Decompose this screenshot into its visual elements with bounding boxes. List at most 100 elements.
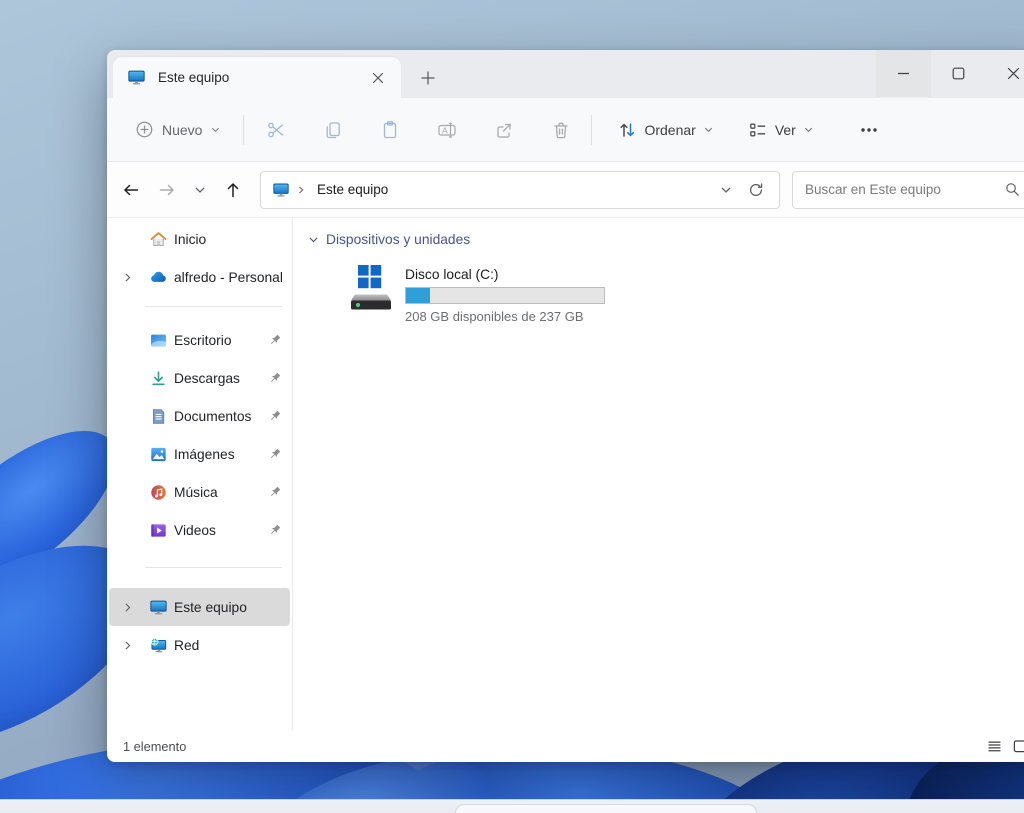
pin-icon (268, 447, 282, 461)
tab-este-equipo[interactable]: Este equipo (113, 57, 401, 98)
scissors-icon (268, 122, 284, 137)
downloads-icon (150, 370, 167, 387)
pin-icon (268, 333, 282, 347)
sort-button-label: Ordenar (644, 121, 696, 138)
details-view-button[interactable] (983, 735, 1005, 757)
plus-circle-icon (135, 120, 154, 139)
share-button[interactable] (475, 110, 532, 150)
this-pc-icon (150, 599, 167, 616)
chevron-down-icon (309, 236, 318, 242)
cut-button[interactable] (247, 110, 304, 150)
search-box (792, 170, 1024, 209)
search-icon (1006, 183, 1019, 196)
pin-icon (268, 409, 282, 423)
chevron-down-icon (195, 187, 205, 193)
command-toolbar: Nuevo A Ordenar Ver (107, 98, 1024, 162)
section-header-label: Dispositivos y unidades (326, 231, 471, 247)
new-button[interactable]: Nuevo (125, 112, 231, 147)
content-pane: Dispositivos y unidades Disco local (C:)… (293, 218, 1024, 730)
taskbar[interactable] (0, 799, 1024, 813)
onedrive-icon (150, 269, 167, 286)
minimize-button[interactable] (876, 50, 931, 97)
drive-c-tile[interactable]: Disco local (C:) 208 GB disponibles de 2… (345, 264, 665, 324)
navigation-pane: Inicio alfredo - Personal Escritorio Des… (107, 218, 292, 730)
maximize-button[interactable] (931, 50, 986, 97)
clipboard-actions: A (247, 110, 589, 150)
sort-icon (620, 122, 635, 137)
sidebar-divider (145, 306, 282, 307)
delete-button[interactable] (532, 110, 589, 150)
new-button-label: Nuevo (162, 121, 203, 138)
trash-icon (554, 122, 568, 138)
chevron-right-icon[interactable] (120, 270, 134, 284)
view-icon (749, 123, 766, 136)
see-more-button[interactable] (849, 112, 889, 148)
breadcrumb-item[interactable]: Este equipo (313, 179, 392, 200)
address-dropdown-button[interactable] (711, 175, 741, 205)
item-count: 1 elemento (123, 738, 187, 754)
pictures-icon (150, 446, 167, 463)
window-controls (876, 50, 1024, 97)
close-button[interactable] (986, 50, 1024, 97)
address-bar[interactable]: Este equipo (260, 170, 780, 209)
sidebar-item-imagenes[interactable]: Imágenes (109, 435, 290, 473)
pin-icon (268, 485, 282, 499)
section-devices-and-drives[interactable]: Dispositivos y unidades (307, 228, 1024, 250)
view-button[interactable]: Ver (739, 112, 823, 148)
drive-info: Disco local (C:) 208 GB disponibles de 2… (405, 264, 605, 324)
up-arrow-icon (227, 182, 239, 197)
sidebar-item-onedrive[interactable]: alfredo - Personal (109, 258, 290, 296)
sidebar-item-este-equipo[interactable]: Este equipo (109, 588, 290, 626)
sidebar-item-inicio[interactable]: Inicio (109, 220, 290, 258)
sidebar-item-label: Documentos (174, 408, 252, 424)
search-input[interactable] (795, 182, 1004, 197)
sidebar-item-red[interactable]: Red (109, 626, 290, 664)
view-switcher (983, 735, 1024, 757)
window-body: Inicio alfredo - Personal Escritorio Des… (107, 218, 1024, 730)
new-tab-button[interactable] (413, 64, 443, 92)
details-view-icon (988, 740, 1000, 751)
status-bar: 1 elemento (107, 730, 1024, 762)
copy-button[interactable] (304, 110, 361, 150)
sidebar-item-musica[interactable]: Música (109, 473, 290, 511)
clipboard-icon (383, 120, 397, 138)
sidebar-item-label: Este equipo (174, 599, 247, 615)
thumbnails-view-icon (1013, 739, 1024, 752)
svg-text:A: A (442, 125, 448, 135)
sort-button[interactable]: Ordenar (608, 112, 722, 148)
toolbar-separator (591, 114, 593, 145)
file-explorer-window: Este equipo Nuevo A Ordenar Ver Este equ… (107, 50, 1024, 762)
local-disk-icon (345, 264, 393, 312)
chevron-right-icon[interactable] (120, 638, 134, 652)
chevron-down-icon (704, 127, 712, 133)
drive-capacity-text: 208 GB disponibles de 237 GB (405, 309, 584, 324)
sidebar-item-descargas[interactable]: Descargas (109, 359, 290, 397)
refresh-button[interactable] (741, 175, 771, 205)
sidebar-item-label: Videos (174, 522, 216, 538)
back-button[interactable] (113, 172, 149, 208)
sidebar-item-documentos[interactable]: Documentos (109, 397, 290, 435)
sidebar-item-label: Escritorio (174, 332, 232, 348)
rename-button[interactable]: A (418, 110, 475, 150)
taskbar-app-hint (455, 804, 757, 813)
screen: Este equipo Nuevo A Ordenar Ver Este equ… (0, 0, 1024, 813)
documents-icon (150, 408, 167, 425)
up-button[interactable] (215, 172, 251, 208)
pin-icon (268, 523, 282, 537)
paste-button[interactable] (361, 110, 418, 150)
chevron-right-icon (299, 186, 304, 193)
tab-bar: Este equipo (107, 50, 1024, 98)
chevron-right-icon[interactable] (120, 600, 134, 614)
sidebar-divider (145, 567, 282, 568)
sidebar-item-label: alfredo - Personal (174, 269, 283, 285)
forward-button[interactable] (149, 172, 185, 208)
recent-locations-button[interactable] (185, 172, 215, 208)
sidebar-item-videos[interactable]: Videos (109, 511, 290, 549)
this-pc-icon (273, 182, 289, 198)
network-icon (150, 637, 167, 654)
thumbnails-view-button[interactable] (1009, 735, 1024, 757)
chevron-down-icon (212, 127, 220, 133)
ellipsis-icon (861, 127, 877, 132)
sidebar-item-escritorio[interactable]: Escritorio (109, 321, 290, 359)
tab-close-button[interactable] (365, 65, 391, 91)
